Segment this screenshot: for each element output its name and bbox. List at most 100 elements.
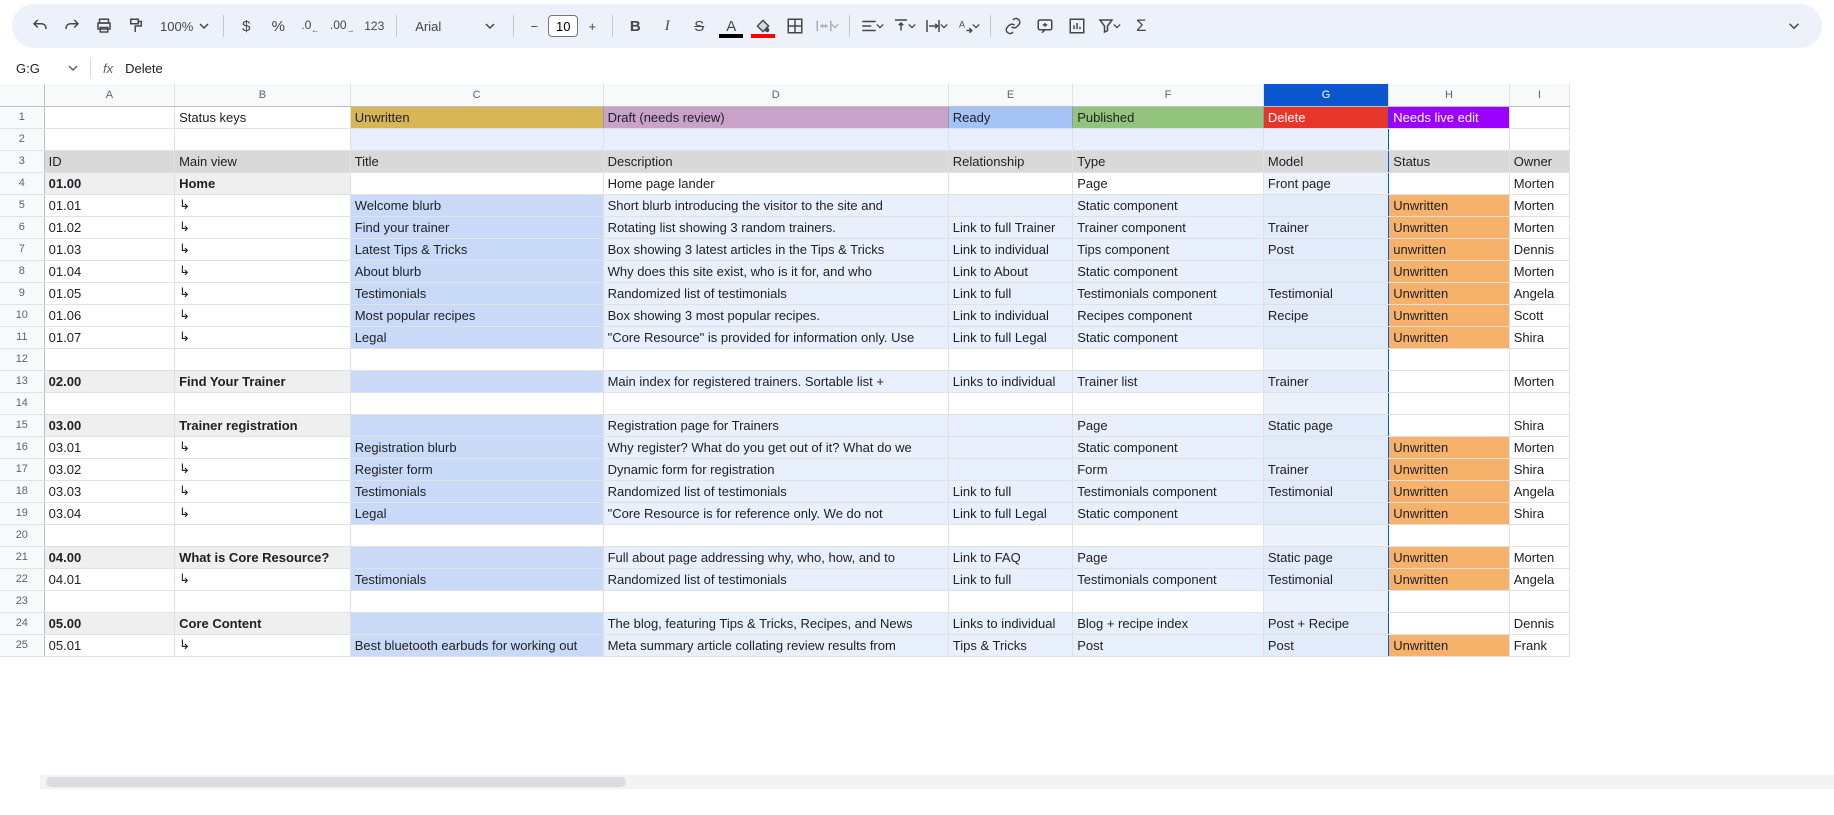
cell[interactable] <box>1263 260 1388 282</box>
row-header[interactable]: 25 <box>0 634 44 656</box>
cell[interactable] <box>1073 128 1264 150</box>
merge-cells-button[interactable] <box>813 12 841 40</box>
cell[interactable] <box>1389 348 1509 370</box>
cell[interactable]: Static component <box>1073 194 1264 216</box>
cell[interactable] <box>948 128 1072 150</box>
filter-button[interactable] <box>1095 12 1123 40</box>
cell[interactable]: Link to full <box>948 568 1072 590</box>
cell[interactable]: Frank <box>1509 634 1569 656</box>
col-header-I[interactable]: I <box>1509 84 1569 106</box>
row-header[interactable]: 13 <box>0 370 44 392</box>
cell[interactable]: Needs live edit <box>1389 106 1509 128</box>
cell[interactable]: Testimonials component <box>1073 568 1264 590</box>
decrease-decimal-button[interactable]: .0← <box>296 12 324 40</box>
cell[interactable] <box>350 128 603 150</box>
cell[interactable] <box>350 172 603 194</box>
cell[interactable]: unwritten <box>1389 238 1509 260</box>
cell[interactable] <box>1509 128 1569 150</box>
cell[interactable]: Recipes component <box>1073 304 1264 326</box>
horizontal-scrollbar[interactable] <box>40 775 1834 789</box>
col-header-H[interactable]: H <box>1389 84 1509 106</box>
row-header[interactable]: 11 <box>0 326 44 348</box>
cell[interactable] <box>175 128 351 150</box>
cell[interactable]: 03.04 <box>44 502 174 524</box>
cell[interactable]: Ready <box>948 106 1072 128</box>
cell[interactable]: Post <box>1073 634 1264 656</box>
cell[interactable]: 03.02 <box>44 458 174 480</box>
cell[interactable] <box>350 414 603 436</box>
cell[interactable]: Trainer list <box>1073 370 1264 392</box>
cell[interactable]: ↳ <box>175 634 351 656</box>
cell[interactable]: Relationship <box>948 150 1072 172</box>
cell[interactable]: ↳ <box>175 568 351 590</box>
cell[interactable]: Unwritten <box>1389 502 1509 524</box>
cell[interactable]: Links to individual <box>948 370 1072 392</box>
cell[interactable] <box>948 392 1072 414</box>
row-header[interactable]: 12 <box>0 348 44 370</box>
cell[interactable]: Description <box>603 150 948 172</box>
cell[interactable]: 04.01 <box>44 568 174 590</box>
cell[interactable] <box>1509 348 1569 370</box>
cell[interactable]: Unwritten <box>1389 480 1509 502</box>
cell[interactable]: Morten <box>1509 436 1569 458</box>
cell[interactable]: ↳ <box>175 216 351 238</box>
borders-button[interactable] <box>781 12 809 40</box>
cell[interactable]: Unwritten <box>1389 260 1509 282</box>
cell[interactable]: Morten <box>1509 194 1569 216</box>
cell[interactable]: Rotating list showing 3 random trainers. <box>603 216 948 238</box>
cell[interactable] <box>350 546 603 568</box>
col-header-F[interactable]: F <box>1073 84 1264 106</box>
cell[interactable]: Link to individual <box>948 238 1072 260</box>
cell[interactable] <box>350 370 603 392</box>
cell[interactable]: 01.02 <box>44 216 174 238</box>
cell[interactable] <box>350 590 603 612</box>
cell[interactable]: Randomized list of testimonials <box>603 282 948 304</box>
cell[interactable] <box>1073 392 1264 414</box>
cell[interactable]: Unwritten <box>1389 436 1509 458</box>
cell[interactable]: Most popular recipes <box>350 304 603 326</box>
cell[interactable]: 01.01 <box>44 194 174 216</box>
cell[interactable]: Unwritten <box>1389 216 1509 238</box>
print-button[interactable] <box>90 12 118 40</box>
cell[interactable]: Links to individual <box>948 612 1072 634</box>
cell[interactable]: Post + Recipe <box>1263 612 1388 634</box>
cell[interactable] <box>44 106 174 128</box>
cell[interactable]: Morten <box>1509 370 1569 392</box>
row-header[interactable]: 5 <box>0 194 44 216</box>
cell[interactable]: Link to FAQ <box>948 546 1072 568</box>
cell[interactable]: Post <box>1263 238 1388 260</box>
cell[interactable]: Testimonials component <box>1073 480 1264 502</box>
cell[interactable]: Link to full Legal <box>948 326 1072 348</box>
cell[interactable]: 01.04 <box>44 260 174 282</box>
cell[interactable]: Main index for registered trainers. Sort… <box>603 370 948 392</box>
cell[interactable]: Static component <box>1073 436 1264 458</box>
cell[interactable] <box>350 612 603 634</box>
col-header-A[interactable]: A <box>44 84 174 106</box>
cell[interactable]: Unwritten <box>1389 634 1509 656</box>
cell[interactable]: Unwritten <box>1389 194 1509 216</box>
cell[interactable] <box>1389 370 1509 392</box>
cell[interactable]: Full about page addressing why, who, how… <box>603 546 948 568</box>
row-header[interactable]: 7 <box>0 238 44 260</box>
cell[interactable]: ↳ <box>175 304 351 326</box>
cell[interactable] <box>1263 392 1388 414</box>
cell[interactable] <box>948 348 1072 370</box>
name-box[interactable]: G:G <box>12 59 82 78</box>
cell[interactable]: 01.05 <box>44 282 174 304</box>
cell[interactable] <box>1509 524 1569 546</box>
cell[interactable]: Status keys <box>175 106 351 128</box>
cell[interactable]: Trainer component <box>1073 216 1264 238</box>
cell[interactable]: Legal <box>350 502 603 524</box>
cell[interactable]: Link to full Trainer <box>948 216 1072 238</box>
cell[interactable]: Page <box>1073 414 1264 436</box>
col-header-E[interactable]: E <box>948 84 1072 106</box>
cell[interactable] <box>44 392 174 414</box>
row-header[interactable]: 2 <box>0 128 44 150</box>
cell[interactable] <box>1389 414 1509 436</box>
cell[interactable] <box>603 392 948 414</box>
cell[interactable]: Draft (needs review) <box>603 106 948 128</box>
cell[interactable]: Link to About <box>948 260 1072 282</box>
cell[interactable] <box>44 128 174 150</box>
cell[interactable]: Testimonials component <box>1073 282 1264 304</box>
cell[interactable]: Owner <box>1509 150 1569 172</box>
